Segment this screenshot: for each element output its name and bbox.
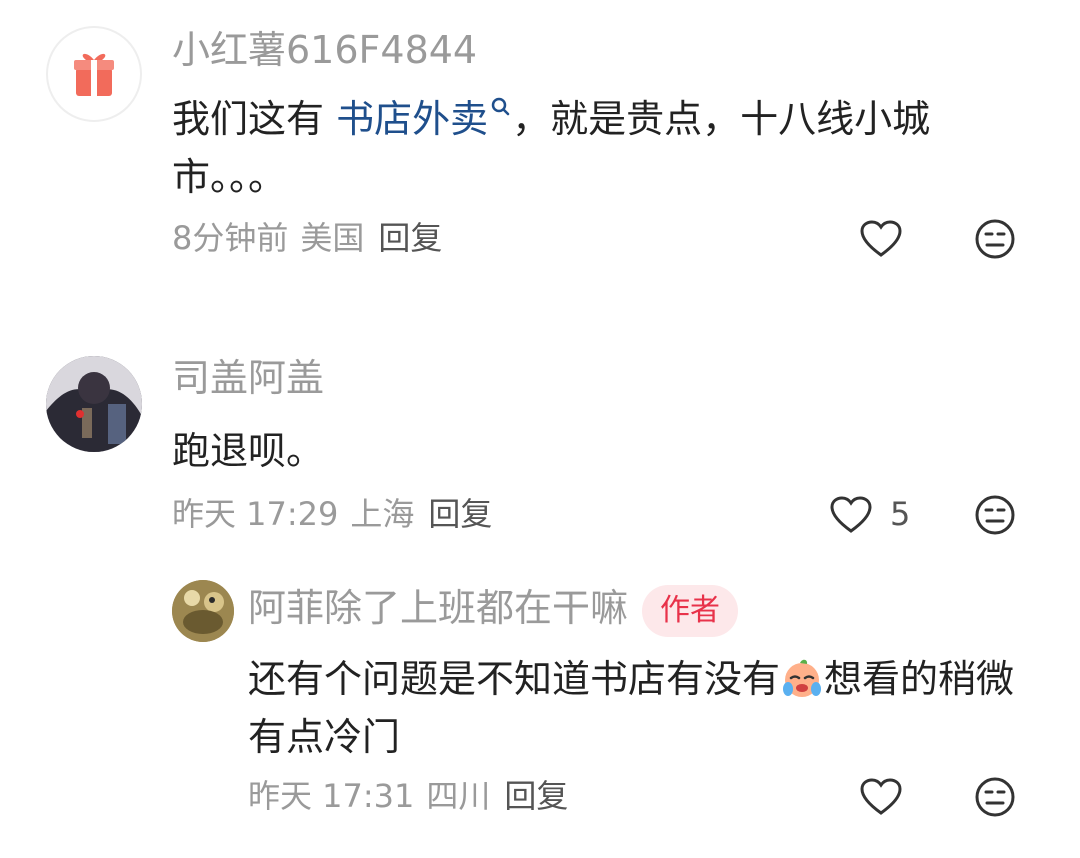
- avatar-image: [46, 356, 142, 452]
- reply-meta: 昨天 17:31 四川 回复: [248, 776, 568, 816]
- timestamp: 昨天 17:31: [248, 777, 415, 815]
- gift-icon: [74, 53, 114, 96]
- like-button[interactable]: [858, 774, 904, 820]
- search-link[interactable]: 书店外卖: [336, 97, 512, 141]
- crying-emoji: [783, 659, 822, 697]
- comment-meta: 8分钟前 美国 回复: [172, 218, 442, 258]
- neutral-face-icon: [975, 777, 1015, 817]
- dislike-button[interactable]: [972, 774, 1018, 820]
- search-icon: [491, 97, 510, 116]
- comment-meta: 昨天 17:29 上海 回复: [172, 494, 492, 534]
- username-label[interactable]: 阿菲除了上班都在干嘛: [248, 586, 628, 630]
- heart-icon: [830, 496, 872, 533]
- username[interactable]: 小红薯616F4844: [172, 26, 477, 74]
- avatar[interactable]: [46, 26, 142, 122]
- location: 四川: [426, 777, 491, 815]
- comment-text-part: 我们这有: [172, 97, 337, 141]
- reply-text: 还有个问题是不知道书店有没有 想看的稍微有点冷门: [248, 650, 1028, 766]
- comment-text: 跑退呗。: [172, 429, 325, 473]
- author-badge: 作者: [642, 584, 739, 637]
- reply-text-part: 还有个问题是不知道书店有没有: [248, 657, 781, 701]
- heart-icon: [860, 778, 902, 815]
- like-button[interactable]: [828, 492, 874, 538]
- username[interactable]: 司盖阿盖: [172, 354, 324, 402]
- neutral-face-icon: [975, 219, 1015, 259]
- reply-button[interactable]: 回复: [378, 219, 442, 257]
- timestamp: 8分钟前: [172, 219, 289, 257]
- reply-button[interactable]: 回复: [504, 777, 568, 815]
- heart-icon: [860, 220, 902, 257]
- reply-button[interactable]: 回复: [428, 495, 492, 533]
- avatar[interactable]: [46, 356, 142, 452]
- location: 上海: [350, 495, 415, 533]
- avatar[interactable]: [172, 580, 234, 642]
- like-count: 5: [890, 495, 911, 533]
- timestamp: 昨天 17:29: [172, 495, 339, 533]
- neutral-face-icon: [975, 495, 1015, 535]
- avatar-image: [172, 580, 234, 642]
- location: 美国: [300, 219, 365, 257]
- username: 阿菲除了上班都在干嘛 作者: [248, 584, 739, 637]
- search-link-label: 书店外卖: [336, 97, 489, 141]
- dislike-button[interactable]: [972, 216, 1018, 262]
- dislike-button[interactable]: [972, 492, 1018, 538]
- like-button[interactable]: [858, 216, 904, 262]
- comment-text: 我们这有 书店外卖 ，就是贵点，十八线小城市。。。: [172, 90, 1032, 206]
